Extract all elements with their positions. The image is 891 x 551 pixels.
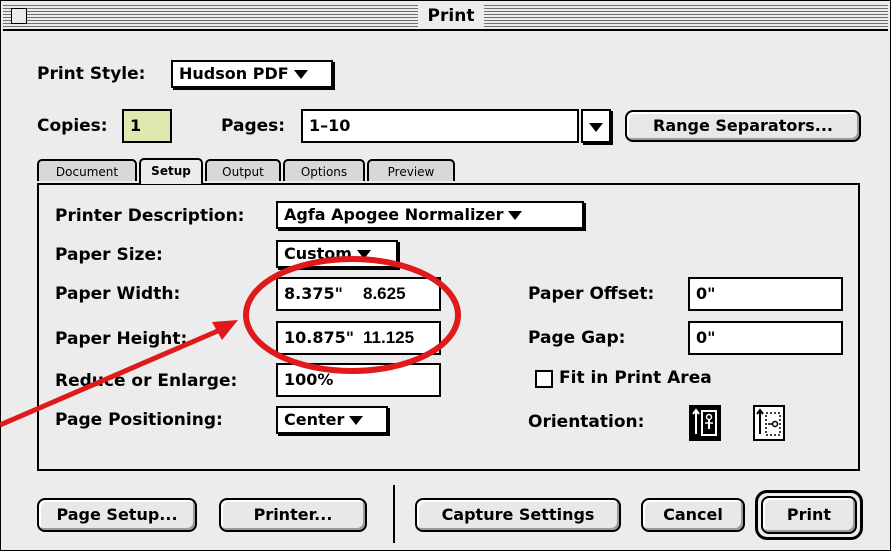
annotation-overlay [0,256,461,428]
tab-setup[interactable]: Setup [139,158,203,184]
annotation-arrow [0,327,221,428]
annotation-ellipse [243,256,461,374]
